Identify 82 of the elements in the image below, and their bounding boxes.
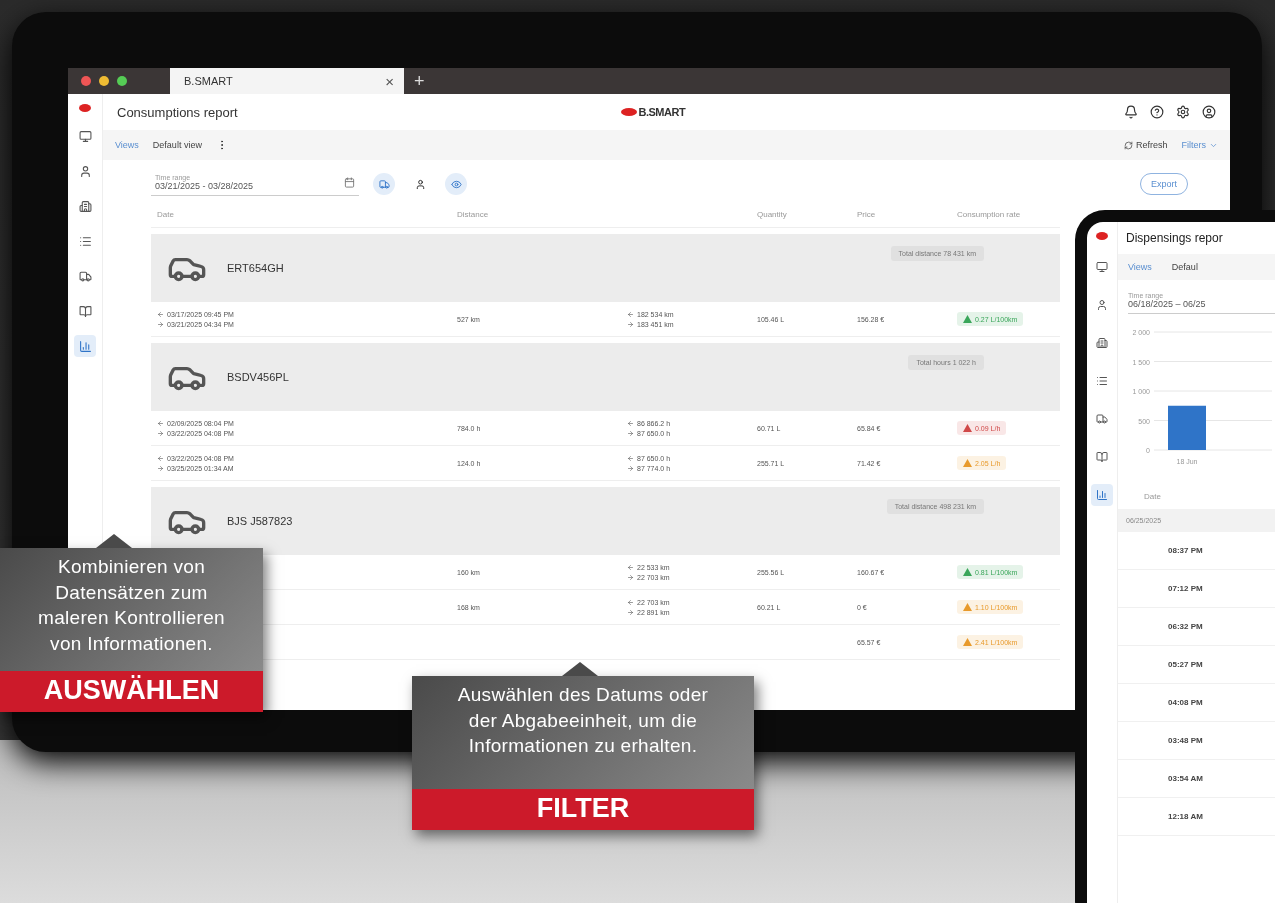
visibility-button[interactable]: [445, 173, 467, 195]
arrow-left-icon: [157, 310, 164, 318]
dispensing-time: 07:12 PM: [1168, 584, 1203, 593]
arrow-right-icon: [157, 464, 164, 472]
calendar-icon[interactable]: [344, 177, 355, 188]
logo-icon: [1096, 232, 1108, 240]
person-icon: [414, 178, 426, 190]
account-icon[interactable]: [1202, 105, 1216, 119]
truck-icon: [78, 269, 92, 283]
logo-icon: [620, 108, 637, 116]
dispensing-time: 03:54 AM: [1168, 774, 1203, 783]
monitor-icon: [78, 129, 92, 143]
dispensing-time: 06:32 PM: [1168, 622, 1203, 631]
eye-icon: [450, 178, 462, 190]
arrow-left-icon: [627, 310, 634, 318]
arrow-right-icon: [627, 608, 634, 616]
bar: [1168, 405, 1206, 450]
arrow-left-icon: [157, 454, 164, 462]
book-icon: [1096, 451, 1108, 463]
arrow-right-icon: [627, 429, 634, 437]
arrow-right-icon: [627, 573, 634, 581]
dispensing-time: 05:27 PM: [1168, 660, 1203, 669]
close-tab-button[interactable]: ×: [385, 72, 394, 90]
logo-icon: [79, 104, 91, 112]
arrow-right-icon: [157, 320, 164, 328]
default-view-button[interactable]: Defaul: [1171, 262, 1198, 272]
window-controls-icon[interactable]: [80, 75, 130, 87]
refresh-icon: [1124, 140, 1133, 150]
column-header: Price: [856, 210, 877, 219]
export-button[interactable]: Export: [1140, 173, 1188, 195]
truck-icon: [1096, 413, 1108, 425]
column-header: Date: [1143, 491, 1162, 503]
browser-tab[interactable]: B.SMART ×: [170, 68, 404, 94]
bar-chart-icon: [78, 339, 92, 353]
arrow-right-icon: [627, 320, 634, 328]
callout-title: FILTER: [412, 788, 754, 830]
list-icon: [78, 234, 92, 248]
notifications-icon[interactable]: [1124, 105, 1138, 119]
book-icon: [78, 304, 92, 318]
arrow-right-icon: [627, 464, 634, 472]
column-header: Quantity: [756, 210, 788, 219]
tab-title: B.SMART: [184, 75, 233, 87]
dispensing-time: 12:18 AM: [1168, 812, 1203, 821]
building-icon: [78, 199, 92, 213]
column-header: Consumption rate: [956, 210, 1022, 219]
bar-chart-icon: [1096, 489, 1108, 501]
dispensing-time: 03:48 PM: [1168, 736, 1203, 745]
arrow-left-icon: [627, 563, 634, 571]
arrow-left-icon: [157, 419, 164, 427]
truck-icon: [378, 178, 390, 190]
callout-text: Auswählen des Datums oder der Abgabeeinheit, um die Informationen zu erhalten.: [412, 676, 754, 789]
page-title: Dispensings repor: [1125, 230, 1224, 247]
sidebar-item[interactable]: [1091, 484, 1113, 506]
callout-pointer: [562, 662, 598, 676]
refresh-button[interactable]: Refresh: [1124, 140, 1168, 150]
dispensing-time: 08:37 PM: [1168, 546, 1203, 555]
settings-icon[interactable]: [1176, 105, 1190, 119]
brand-logo: B.SMART: [638, 106, 686, 118]
arrow-left-icon: [627, 454, 634, 462]
vehicle-plate: ERT654GH: [227, 262, 285, 274]
page-title: Consumptions report: [117, 104, 239, 120]
callout-pointer: [96, 534, 132, 548]
sidebar-item[interactable]: [74, 335, 96, 357]
vehicle-plate: BJS J587823: [227, 515, 294, 527]
arrow-right-icon: [157, 429, 164, 437]
vehicle-filter-button[interactable]: [373, 173, 395, 195]
callout-text: Kombinieren von Datensätzen zum maleren Kontrollieren von Informationen.: [0, 548, 263, 671]
help-icon[interactable]: [1150, 105, 1164, 119]
vehicle-plate: BSDV456PL: [227, 371, 290, 383]
person-icon: [78, 164, 92, 178]
new-tab-button[interactable]: +: [414, 70, 425, 92]
callout-title: AUSWÄHLEN: [0, 670, 263, 712]
building-icon: [1096, 337, 1108, 349]
column-header: Date: [156, 210, 175, 219]
arrow-left-icon: [627, 419, 634, 427]
person-icon: [1096, 299, 1108, 311]
column-header: Distance: [456, 210, 490, 219]
list-icon: [1096, 375, 1108, 387]
monitor-icon: [1096, 261, 1108, 273]
arrow-left-icon: [627, 598, 634, 606]
default-view-button[interactable]: Default view: [152, 140, 202, 150]
dispensing-time: 04:08 PM: [1168, 698, 1203, 707]
